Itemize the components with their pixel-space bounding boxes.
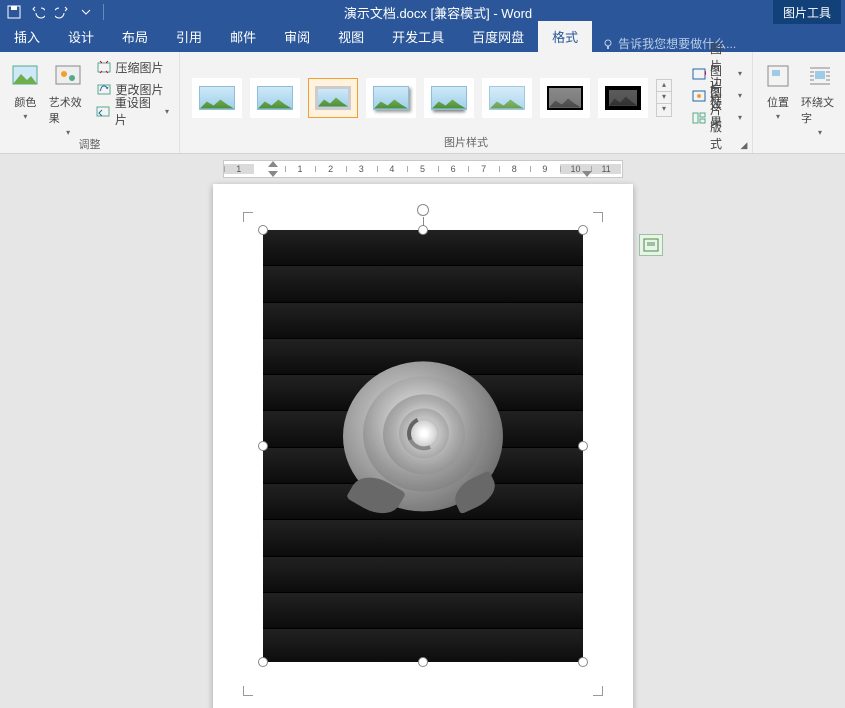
document-page [213,184,633,708]
gallery-scroll-down[interactable]: ▾ [657,92,671,104]
wrap-icon [804,60,836,92]
hanging-indent-marker[interactable] [268,171,278,177]
quick-access-toolbar [4,2,107,22]
rotate-handle[interactable] [417,204,429,216]
style-thumb-4[interactable] [366,78,416,118]
gallery-scroll-up[interactable]: ▴ [657,80,671,92]
undo-icon[interactable] [28,2,48,22]
gallery-more[interactable]: ▾ [657,104,671,116]
style-thumb-1[interactable] [192,78,242,118]
artistic-effects-button[interactable]: 艺术效果 ▾ [49,56,88,137]
margin-mark-tr [589,212,603,226]
position-button[interactable]: 位置 ▾ [759,56,797,121]
dialog-launcher-icon[interactable]: ◢ [738,139,750,151]
style-thumb-3[interactable] [308,78,358,118]
tab-review[interactable]: 审阅 [270,21,324,52]
horizontal-ruler[interactable]: 1 1 2 3 4 5 6 7 8 9 10 11 [223,160,623,178]
style-thumb-7[interactable] [540,78,590,118]
group-label-adjust: 调整 [6,137,173,153]
chevron-down-icon: ▾ [165,107,169,116]
right-indent-marker[interactable] [582,171,592,177]
lightbulb-icon [602,38,614,50]
resize-handle-br[interactable] [578,657,588,667]
tab-insert[interactable]: 插入 [0,21,54,52]
style-thumb-5[interactable] [424,78,474,118]
resize-handle-t[interactable] [418,225,428,235]
resize-handle-bl[interactable] [258,657,268,667]
rose-graphic [343,356,503,516]
picture-layout-button[interactable]: 图片版式 ▾ [688,107,746,129]
tab-layout[interactable]: 布局 [108,21,162,52]
wrap-text-button[interactable]: 环绕文字 ▾ [801,56,839,137]
tab-developer[interactable]: 开发工具 [378,21,458,52]
selected-image[interactable] [263,230,583,662]
group-label-styles: 图片样式 [186,135,746,151]
resize-handle-tl[interactable] [258,225,268,235]
resize-handle-b[interactable] [418,657,428,667]
contextual-tab-label: 图片工具 [773,0,841,24]
margin-mark-br [589,682,603,696]
color-icon [9,60,41,92]
document-title: 演示文档.docx [兼容模式] - Word [107,3,769,22]
workspace: 1 1 2 3 4 5 6 7 8 9 10 11 [0,154,845,708]
group-adjust: 颜色 ▾ 艺术效果 ▾ 压缩图片 更改图片 重设图片 [0,52,180,153]
resize-handle-r[interactable] [578,441,588,451]
effects-icon [692,88,706,104]
chevron-down-icon: ▾ [776,112,780,121]
style-gallery: ▴ ▾ ▾ [186,74,678,118]
chevron-down-icon: ▾ [66,128,70,137]
position-icon [762,60,794,92]
first-line-indent-marker[interactable] [268,161,278,167]
image-content [263,230,583,662]
change-icon [96,81,112,97]
save-icon[interactable] [4,2,24,22]
style-thumb-6[interactable] [482,78,532,118]
gallery-scroll: ▴ ▾ ▾ [656,79,672,117]
style-thumb-8[interactable] [598,78,648,118]
layout-icon [692,110,706,126]
style-thumb-2[interactable] [250,78,300,118]
chevron-down-icon: ▾ [738,69,742,78]
redo-icon[interactable] [52,2,72,22]
compress-picture-button[interactable]: 压缩图片 [92,56,173,78]
ribbon: 颜色 ▾ 艺术效果 ▾ 压缩图片 更改图片 重设图片 [0,52,845,154]
reset-icon [96,103,111,119]
tab-mailings[interactable]: 邮件 [216,21,270,52]
tab-baidu[interactable]: 百度网盘 [458,21,538,52]
border-icon [692,66,706,82]
group-picture-styles: ▴ ▾ ▾ 图片边框 ▾ 图片效果 ▾ 图片版式 [180,52,753,153]
chevron-down-icon: ▾ [818,128,822,137]
color-button[interactable]: 颜色 ▾ [6,56,45,121]
artistic-icon [52,60,84,92]
layout-options-button[interactable] [639,234,663,256]
resize-handle-l[interactable] [258,441,268,451]
chevron-down-icon: ▾ [23,112,27,121]
tab-view[interactable]: 视图 [324,21,378,52]
resize-handle-tr[interactable] [578,225,588,235]
tab-format[interactable]: 格式 [538,21,592,52]
group-arrange: 位置 ▾ 环绕文字 ▾ [753,52,845,153]
qat-more-icon[interactable] [76,2,96,22]
margin-mark-tl [243,212,257,226]
reset-picture-button[interactable]: 重设图片 ▾ [92,100,173,122]
compress-icon [96,59,112,75]
chevron-down-icon: ▾ [738,113,742,122]
tab-design[interactable]: 设计 [54,21,108,52]
margin-mark-bl [243,682,257,696]
chevron-down-icon: ▾ [738,91,742,100]
tab-references[interactable]: 引用 [162,21,216,52]
